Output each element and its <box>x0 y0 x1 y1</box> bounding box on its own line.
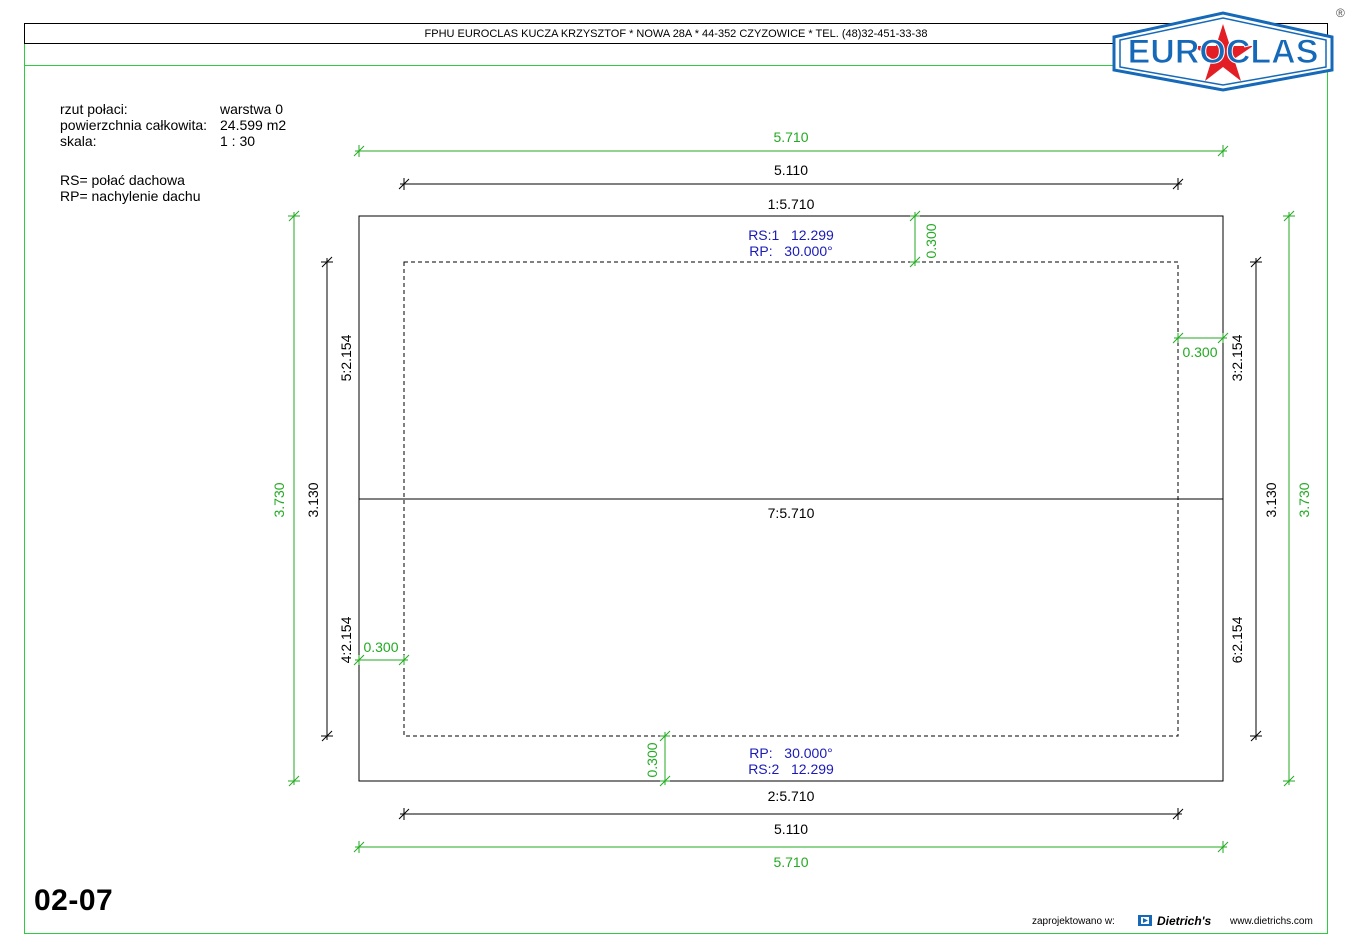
dim-left-inner <box>321 256 333 742</box>
edge-left-lower-label: 4:2.154 <box>338 616 354 663</box>
dietrichs-logo-icon <box>1138 915 1152 926</box>
dim-offset-bottom <box>659 730 671 787</box>
rs2-label: RS:2 12.299 <box>748 761 834 777</box>
footer-brand: Dietrich's <box>1157 914 1212 928</box>
dim-offset-top <box>909 210 921 268</box>
footer-designed-with: zaprojektowano w: <box>1032 916 1115 927</box>
dim-right-overall <box>1283 210 1295 787</box>
edge-right-upper-label: 3:2.154 <box>1229 334 1245 381</box>
dim-offset-right <box>1172 332 1229 344</box>
dim-left-overall-label: 3.730 <box>271 482 287 517</box>
dim-top-overall <box>353 145 1229 157</box>
footer-url[interactable]: www.dietrichs.com <box>1230 916 1313 927</box>
dim-left-inner-label: 3.130 <box>305 482 321 517</box>
dim-offset-right-label: 0.300 <box>1182 344 1217 360</box>
rp2-label: RP: 30.000° <box>749 745 832 761</box>
dim-right-overall-label: 3.730 <box>1296 482 1312 517</box>
dim-top-inner-label: 5.110 <box>774 162 808 178</box>
dim-bottom-inner-label: 5.110 <box>774 821 808 837</box>
rs1-label: RS:1 12.299 <box>748 227 834 243</box>
dim-offset-left-label: 0.300 <box>363 639 398 655</box>
edge-right-lower-label: 6:2.154 <box>1229 616 1245 663</box>
roof-plan-drawing: 5.710 5.110 1:5.710 7:5.710 2:5.710 0.30… <box>271 129 1312 870</box>
edge-top-label: 1:5.710 <box>768 196 815 212</box>
edge-left-upper-label: 5:2.154 <box>338 334 354 381</box>
dim-bottom-inner <box>398 808 1184 820</box>
edge-bottom-label: 2:5.710 <box>768 788 815 804</box>
dim-left-overall <box>288 210 300 787</box>
dim-top-overall-label: 5.710 <box>773 129 808 145</box>
dim-bottom-overall-label: 5.710 <box>773 854 808 870</box>
dim-right-inner-label: 3.130 <box>1263 482 1279 517</box>
edge-middle-label: 7:5.710 <box>768 505 815 521</box>
rp1-label: RP: 30.000° <box>749 243 832 259</box>
dim-right-inner <box>1250 256 1262 742</box>
dim-offset-top-label: 0.300 <box>923 223 939 258</box>
dim-offset-bottom-label: 0.300 <box>644 742 660 777</box>
dim-bottom-overall <box>353 841 1229 853</box>
sheet-number: 02-07 <box>34 884 114 917</box>
dim-offset-left <box>353 654 410 666</box>
dim-top-inner <box>398 178 1184 190</box>
